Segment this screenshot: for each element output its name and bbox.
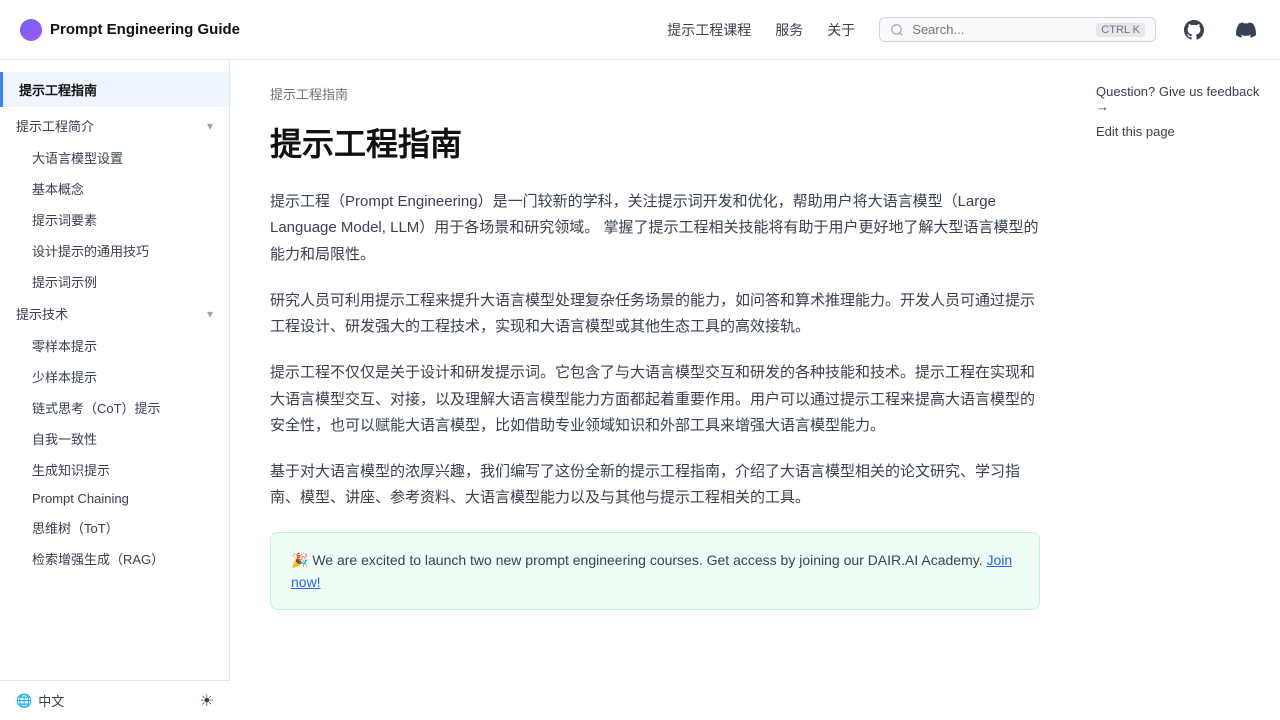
nav-about[interactable]: 关于 <box>827 20 855 40</box>
feedback-link[interactable]: Question? Give us feedback → <box>1096 84 1264 114</box>
sidebar-subitem-few-shot[interactable]: 少样本提示 <box>0 361 229 392</box>
sidebar: 提示工程指南 提示工程简介 ▾ 大语言模型设置 基本概念 提示词要素 设计提示的… <box>0 60 230 720</box>
para-2: 研究人员可利用提示工程来提升大语言模型处理复杂任务场景的能力，如问答和算术推理能… <box>270 288 1040 341</box>
breadcrumb: 提示工程指南 <box>270 84 1040 103</box>
para-4: 基于对大语言模型的浓厚兴趣，我们编写了这份全新的提示工程指南，介绍了大语言模型相… <box>270 459 1040 512</box>
sidebar-subitem-llm-settings[interactable]: 大语言模型设置 <box>0 142 229 173</box>
notice-box: 🎉 We are excited to launch two new promp… <box>270 532 1040 611</box>
chevron-down-icon: ▾ <box>207 119 213 133</box>
language-button[interactable]: 🌐 中文 <box>16 691 64 710</box>
topnav: Prompt Engineering Guide 提示工程课程 服务 关于 CT… <box>0 0 1280 60</box>
sidebar-subitem-zero-shot[interactable]: 零样本提示 <box>0 330 229 361</box>
main-content: 提示工程指南 提示工程指南 提示工程（Prompt Engineering）是一… <box>230 60 1080 720</box>
notice-text: We are excited to launch two new prompt … <box>312 552 982 568</box>
sidebar-subitem-self-consistency[interactable]: 自我一致性 <box>0 423 229 454</box>
bottom-bar: 🌐 中文 ☀ <box>0 680 230 720</box>
nav-courses[interactable]: 提示工程课程 <box>667 20 751 40</box>
para-3: 提示工程不仅仅是关于设计和研发提示词。它包含了与大语言模型交互和研发的各种技能和… <box>270 360 1040 439</box>
discord-icon[interactable] <box>1232 16 1260 44</box>
sidebar-item-intro[interactable]: 提示工程简介 ▾ <box>0 109 229 142</box>
layout: 提示工程指南 提示工程简介 ▾ 大语言模型设置 基本概念 提示词要素 设计提示的… <box>0 60 1280 720</box>
sidebar-item-techniques[interactable]: 提示技术 ▾ <box>0 297 229 330</box>
sidebar-subitem-cot[interactable]: 链式思考（CoT）提示 <box>0 392 229 423</box>
nav-services[interactable]: 服务 <box>775 20 803 40</box>
search-box[interactable]: CTRL K <box>879 17 1156 42</box>
chevron-down-icon-2: ▾ <box>207 307 213 321</box>
theme-toggle[interactable]: ☀ <box>200 691 214 711</box>
sidebar-subitem-tot[interactable]: 思维树（ToT） <box>0 512 229 543</box>
search-input[interactable] <box>912 22 1088 37</box>
nav-links: 提示工程课程 服务 关于 <box>667 20 855 40</box>
sidebar-subitem-rag[interactable]: 检索增强生成（RAG） <box>0 543 229 574</box>
notice-emoji: 🎉 <box>291 552 308 568</box>
sidebar-subitem-design-tips[interactable]: 设计提示的通用技巧 <box>0 235 229 266</box>
sidebar-subitem-prompt-elements[interactable]: 提示词要素 <box>0 204 229 235</box>
sidebar-subitem-basic-concepts[interactable]: 基本概念 <box>0 173 229 204</box>
github-icon[interactable] <box>1180 16 1208 44</box>
sidebar-subitem-prompt-examples[interactable]: 提示词示例 <box>0 266 229 297</box>
sidebar-section-title[interactable]: 提示工程指南 <box>0 72 229 107</box>
edit-page-link[interactable]: Edit this page <box>1096 124 1264 139</box>
search-icon <box>890 23 904 37</box>
page-title: 提示工程指南 <box>270 119 1040 165</box>
logo-text: Prompt Engineering Guide <box>50 21 240 38</box>
language-label: 中文 <box>38 691 64 710</box>
search-kbd: CTRL K <box>1096 23 1145 37</box>
right-sidebar: Question? Give us feedback → Edit this p… <box>1080 60 1280 720</box>
sidebar-subitem-prompt-chaining[interactable]: Prompt Chaining <box>0 485 229 512</box>
logo[interactable]: Prompt Engineering Guide <box>20 19 240 41</box>
logo-icon <box>20 19 42 41</box>
globe-icon: 🌐 <box>16 693 32 709</box>
sidebar-subitem-knowledge[interactable]: 生成知识提示 <box>0 454 229 485</box>
para-1: 提示工程（Prompt Engineering）是一门较新的学科，关注提示词开发… <box>270 189 1040 268</box>
